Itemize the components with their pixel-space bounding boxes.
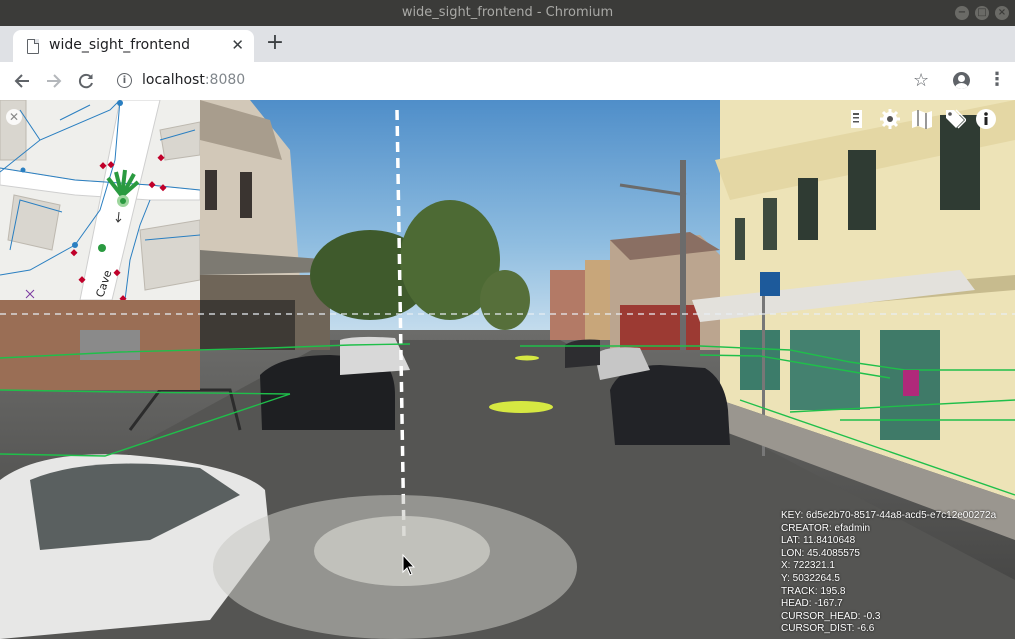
map-canvas[interactable]: Cave: [0, 100, 200, 300]
hud-lat: LAT: 11.8410648: [781, 535, 856, 547]
tab-wide-sight-frontend[interactable]: wide_sight_frontend ✕: [13, 30, 254, 62]
info-icon[interactable]: [975, 108, 997, 130]
browser-toolbar: i localhost:8080 ☆ ⋮: [0, 62, 1015, 101]
bookmark-star-icon[interactable]: ☆: [913, 70, 929, 91]
reload-button[interactable]: [75, 70, 97, 92]
account-icon[interactable]: [953, 72, 970, 89]
hud-lon: LON: 45.4085575: [781, 547, 860, 559]
maximize-button[interactable]: □: [975, 6, 989, 20]
tab-strip: wide_sight_frontend ✕ +: [0, 26, 1015, 62]
window-title: wide_sight_frontend - Chromium: [401, 5, 614, 20]
map-icon[interactable]: [911, 108, 933, 130]
gear-icon[interactable]: [879, 108, 901, 130]
hud-cursor-dist: CURSOR_DIST: -6.6: [781, 623, 875, 635]
hud-track: TRACK: 195.8: [781, 585, 846, 597]
hud-creator: CREATOR: efadmin: [781, 522, 871, 534]
hud-x: X: 722321.1: [781, 560, 835, 572]
page-icon: [27, 39, 39, 54]
arrow-left-icon: [14, 74, 29, 88]
url-host: localhost: [142, 72, 205, 88]
back-button[interactable]: [11, 70, 33, 92]
mini-map[interactable]: Cave ✕: [0, 100, 200, 300]
position-info-panel: KEY: 6d5e2b70-8517-44a8-acd5-e7c12e00272…: [781, 510, 996, 636]
new-tab-button[interactable]: +: [264, 32, 286, 54]
menu-kebab-icon[interactable]: ⋮: [988, 69, 1006, 90]
address-bar[interactable]: localhost:8080: [142, 72, 245, 88]
hud-head: HEAD: -167.7: [781, 598, 843, 610]
reload-icon: [78, 73, 93, 89]
panorama-viewport[interactable]: Cave ✕ KEY: 6d5e2b70-8517-44a8-acd5-e7c1…: [0, 100, 1015, 639]
map-close-icon[interactable]: ✕: [6, 109, 22, 125]
book-icon[interactable]: [846, 108, 868, 130]
hud-cursor-head: CURSOR_HEAD: -0.3: [781, 610, 881, 622]
window-titlebar: wide_sight_frontend - Chromium − □ ×: [0, 0, 1015, 26]
forward-button[interactable]: [43, 70, 65, 92]
hud-key: KEY: 6d5e2b70-8517-44a8-acd5-e7c12e00272…: [781, 510, 997, 521]
tag-icon[interactable]: [944, 108, 968, 130]
hud-y: Y: 5032264.5: [781, 572, 840, 584]
close-tab-icon[interactable]: ✕: [231, 36, 244, 54]
tab-title: wide_sight_frontend: [49, 37, 190, 53]
site-info-icon[interactable]: i: [117, 73, 132, 88]
minimize-button[interactable]: −: [955, 6, 969, 20]
close-window-button[interactable]: ×: [995, 6, 1009, 20]
url-port: :8080: [204, 72, 246, 88]
arrow-right-icon: [47, 74, 62, 88]
